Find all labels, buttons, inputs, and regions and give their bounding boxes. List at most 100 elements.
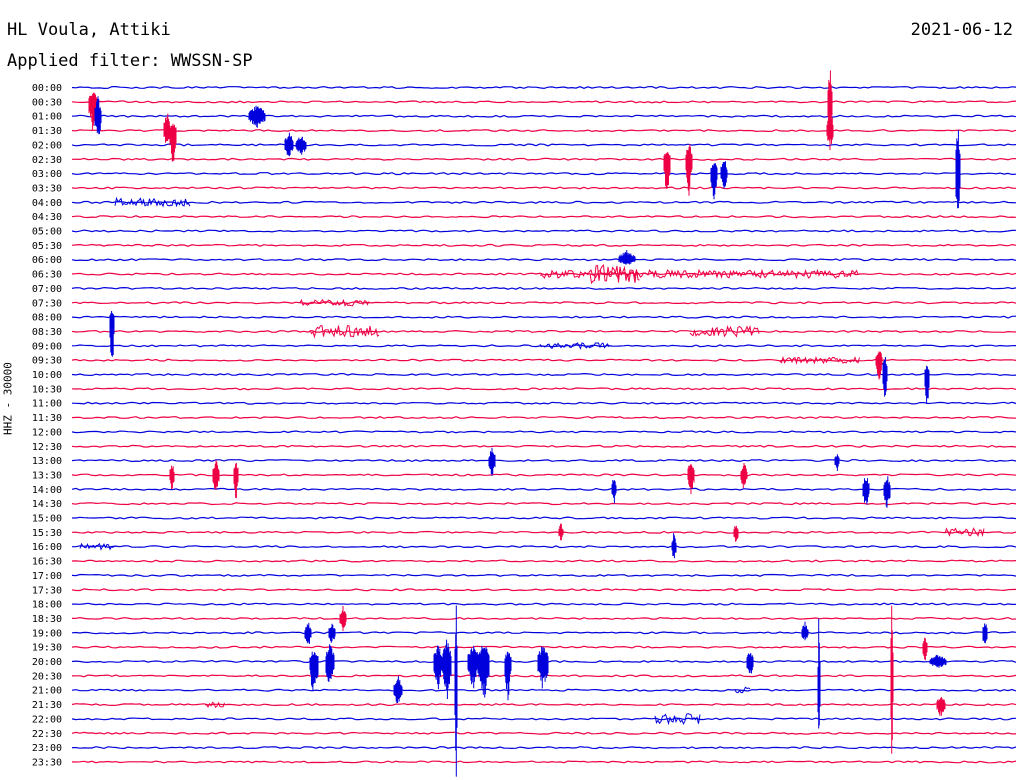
- seismic-event: [890, 605, 894, 754]
- time-label: 07:00: [32, 284, 62, 295]
- seismic-event: [924, 365, 930, 404]
- trace-line: [71, 329, 1017, 333]
- seismic-event: [746, 653, 754, 674]
- time-label: 23:30: [32, 757, 62, 768]
- time-label: 18:00: [32, 600, 62, 611]
- seismic-event: [295, 136, 307, 155]
- time-label: 00:30: [32, 97, 62, 108]
- trace-line: [72, 602, 1016, 606]
- trace-line: [71, 487, 1017, 491]
- time-label: 05:30: [32, 241, 62, 252]
- time-label: 12:30: [32, 442, 62, 453]
- seismic-event: [454, 605, 458, 777]
- seismic-event: [284, 132, 294, 157]
- time-label: 16:30: [32, 557, 62, 568]
- seismic-event: [169, 123, 177, 162]
- seismic-event: [339, 606, 347, 631]
- trace-line: [71, 372, 1017, 377]
- time-label: 11:30: [32, 413, 62, 424]
- time-label: 11:00: [32, 399, 62, 410]
- seismic-event: [433, 645, 443, 690]
- seismic-event: [834, 454, 840, 471]
- time-label: 15:00: [32, 514, 62, 525]
- trace-line: [71, 114, 1017, 118]
- trace-line: [71, 358, 1017, 362]
- time-label: 00:00: [32, 83, 62, 94]
- seismic-event: [109, 311, 115, 357]
- seismic-event: [248, 105, 266, 128]
- trace-line: [71, 143, 1017, 147]
- seismic-event: [163, 113, 171, 143]
- trace-line: [71, 243, 1017, 247]
- seismic-event: [862, 478, 870, 505]
- seismic-event: [671, 533, 677, 559]
- trace-line: [71, 157, 1017, 161]
- trace-line: [71, 530, 1017, 534]
- time-label: 09:30: [32, 356, 62, 367]
- trace-line: [71, 588, 1017, 592]
- trace-line: [71, 85, 1017, 90]
- seismic-event: [740, 463, 748, 489]
- seismic-event: [537, 646, 549, 689]
- trace-line: [71, 688, 1017, 692]
- time-label: 14:30: [32, 499, 62, 510]
- seismic-event: [936, 696, 946, 716]
- trace-line: [71, 200, 1017, 204]
- trace-line: [71, 387, 1017, 391]
- seismic-event: [393, 676, 403, 703]
- time-label: 05:00: [32, 227, 62, 238]
- trace-line: [71, 172, 1017, 176]
- seismic-event: [882, 357, 888, 397]
- trace-line: [71, 631, 1017, 635]
- time-label: 13:00: [32, 456, 62, 467]
- time-label: 10:00: [32, 370, 62, 381]
- trace-line: [71, 129, 1017, 133]
- seismic-event: [801, 621, 809, 641]
- time-label: 08:30: [32, 327, 62, 338]
- trace-line: [71, 286, 1017, 290]
- seismic-event: [328, 623, 336, 643]
- noise-band: [654, 713, 701, 726]
- time-label: 08:00: [32, 313, 62, 324]
- trace-line: [71, 459, 1017, 463]
- time-label: 17:30: [32, 585, 62, 596]
- time-label: 03:00: [32, 169, 62, 180]
- seismic-event: [309, 651, 319, 691]
- time-label: 22:30: [32, 729, 62, 740]
- trace-line: [71, 229, 1017, 233]
- time-label: 22:00: [32, 714, 62, 725]
- seismic-event: [558, 523, 564, 541]
- time-label: 06:00: [32, 255, 62, 266]
- noise-band: [539, 268, 860, 280]
- time-label: 10:30: [32, 384, 62, 395]
- seismic-event: [720, 161, 728, 189]
- trace-line: [71, 430, 1017, 434]
- seismic-event: [233, 463, 239, 499]
- seismic-event: [922, 637, 928, 661]
- seismic-event: [467, 645, 479, 689]
- time-label: 06:30: [32, 270, 62, 281]
- noise-band: [309, 325, 380, 339]
- trace-line: [71, 760, 1017, 764]
- trace-line: [71, 616, 1017, 620]
- trace-line: [71, 502, 1017, 506]
- time-label: 17:00: [32, 571, 62, 582]
- trace-line: [72, 746, 1017, 750]
- seismic-event: [710, 163, 718, 200]
- trace-line: [71, 301, 1017, 305]
- seismic-event: [929, 654, 947, 668]
- time-label: 13:30: [32, 470, 62, 481]
- time-label: 21:00: [32, 686, 62, 697]
- trace-line: [71, 315, 1017, 319]
- time-label: 04:00: [32, 198, 62, 209]
- trace-line: [71, 703, 1017, 707]
- trace-line: [71, 559, 1017, 563]
- trace-line: [71, 186, 1017, 190]
- seismic-event: [212, 459, 220, 490]
- time-label: 01:00: [32, 112, 62, 123]
- seismic-event: [169, 465, 175, 490]
- trace-line: [71, 717, 1017, 721]
- time-label: 15:30: [32, 528, 62, 539]
- time-label: 14:00: [32, 485, 62, 496]
- trace-line: [71, 573, 1017, 577]
